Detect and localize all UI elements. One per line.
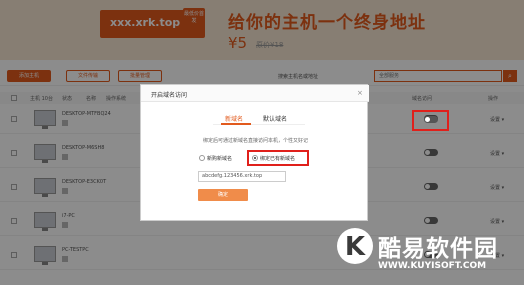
dialog-header: 开启域名访问 × bbox=[141, 85, 369, 102]
highlighted-toggle[interactable] bbox=[424, 116, 438, 123]
radio-bind-domain-label: 绑定已有新域名 bbox=[260, 156, 296, 162]
watermark-logo: K bbox=[337, 228, 373, 264]
domain-select[interactable]: abcdefg.123456.xrk.top bbox=[198, 171, 286, 182]
tab-default-domain[interactable]: 默认域名 bbox=[263, 114, 287, 123]
radio-new-domain-label: 新购新域名 bbox=[207, 156, 233, 162]
tab-active-indicator bbox=[221, 123, 251, 125]
watermark-logo-letter: K bbox=[344, 232, 366, 262]
close-icon[interactable]: × bbox=[357, 89, 363, 97]
radio-new-domain[interactable] bbox=[199, 155, 205, 161]
dialog-description: 绑定后可通过新域名直接访问本机，个性又好记 bbox=[203, 138, 309, 144]
domain-access-dialog: 开启域名访问 × 新域名 默认域名 绑定后可通过新域名直接访问本机，个性又好记 … bbox=[140, 84, 369, 221]
tab-new-domain[interactable]: 新域名 bbox=[225, 114, 243, 123]
radio-bind-domain[interactable] bbox=[252, 155, 258, 161]
confirm-button[interactable]: 确定 bbox=[198, 189, 248, 201]
dialog-title: 开启域名访问 bbox=[151, 92, 188, 99]
watermark-url: WWW.KUYISOFT.COM bbox=[378, 261, 487, 271]
watermark-name: 酷易软件园 bbox=[378, 236, 498, 262]
